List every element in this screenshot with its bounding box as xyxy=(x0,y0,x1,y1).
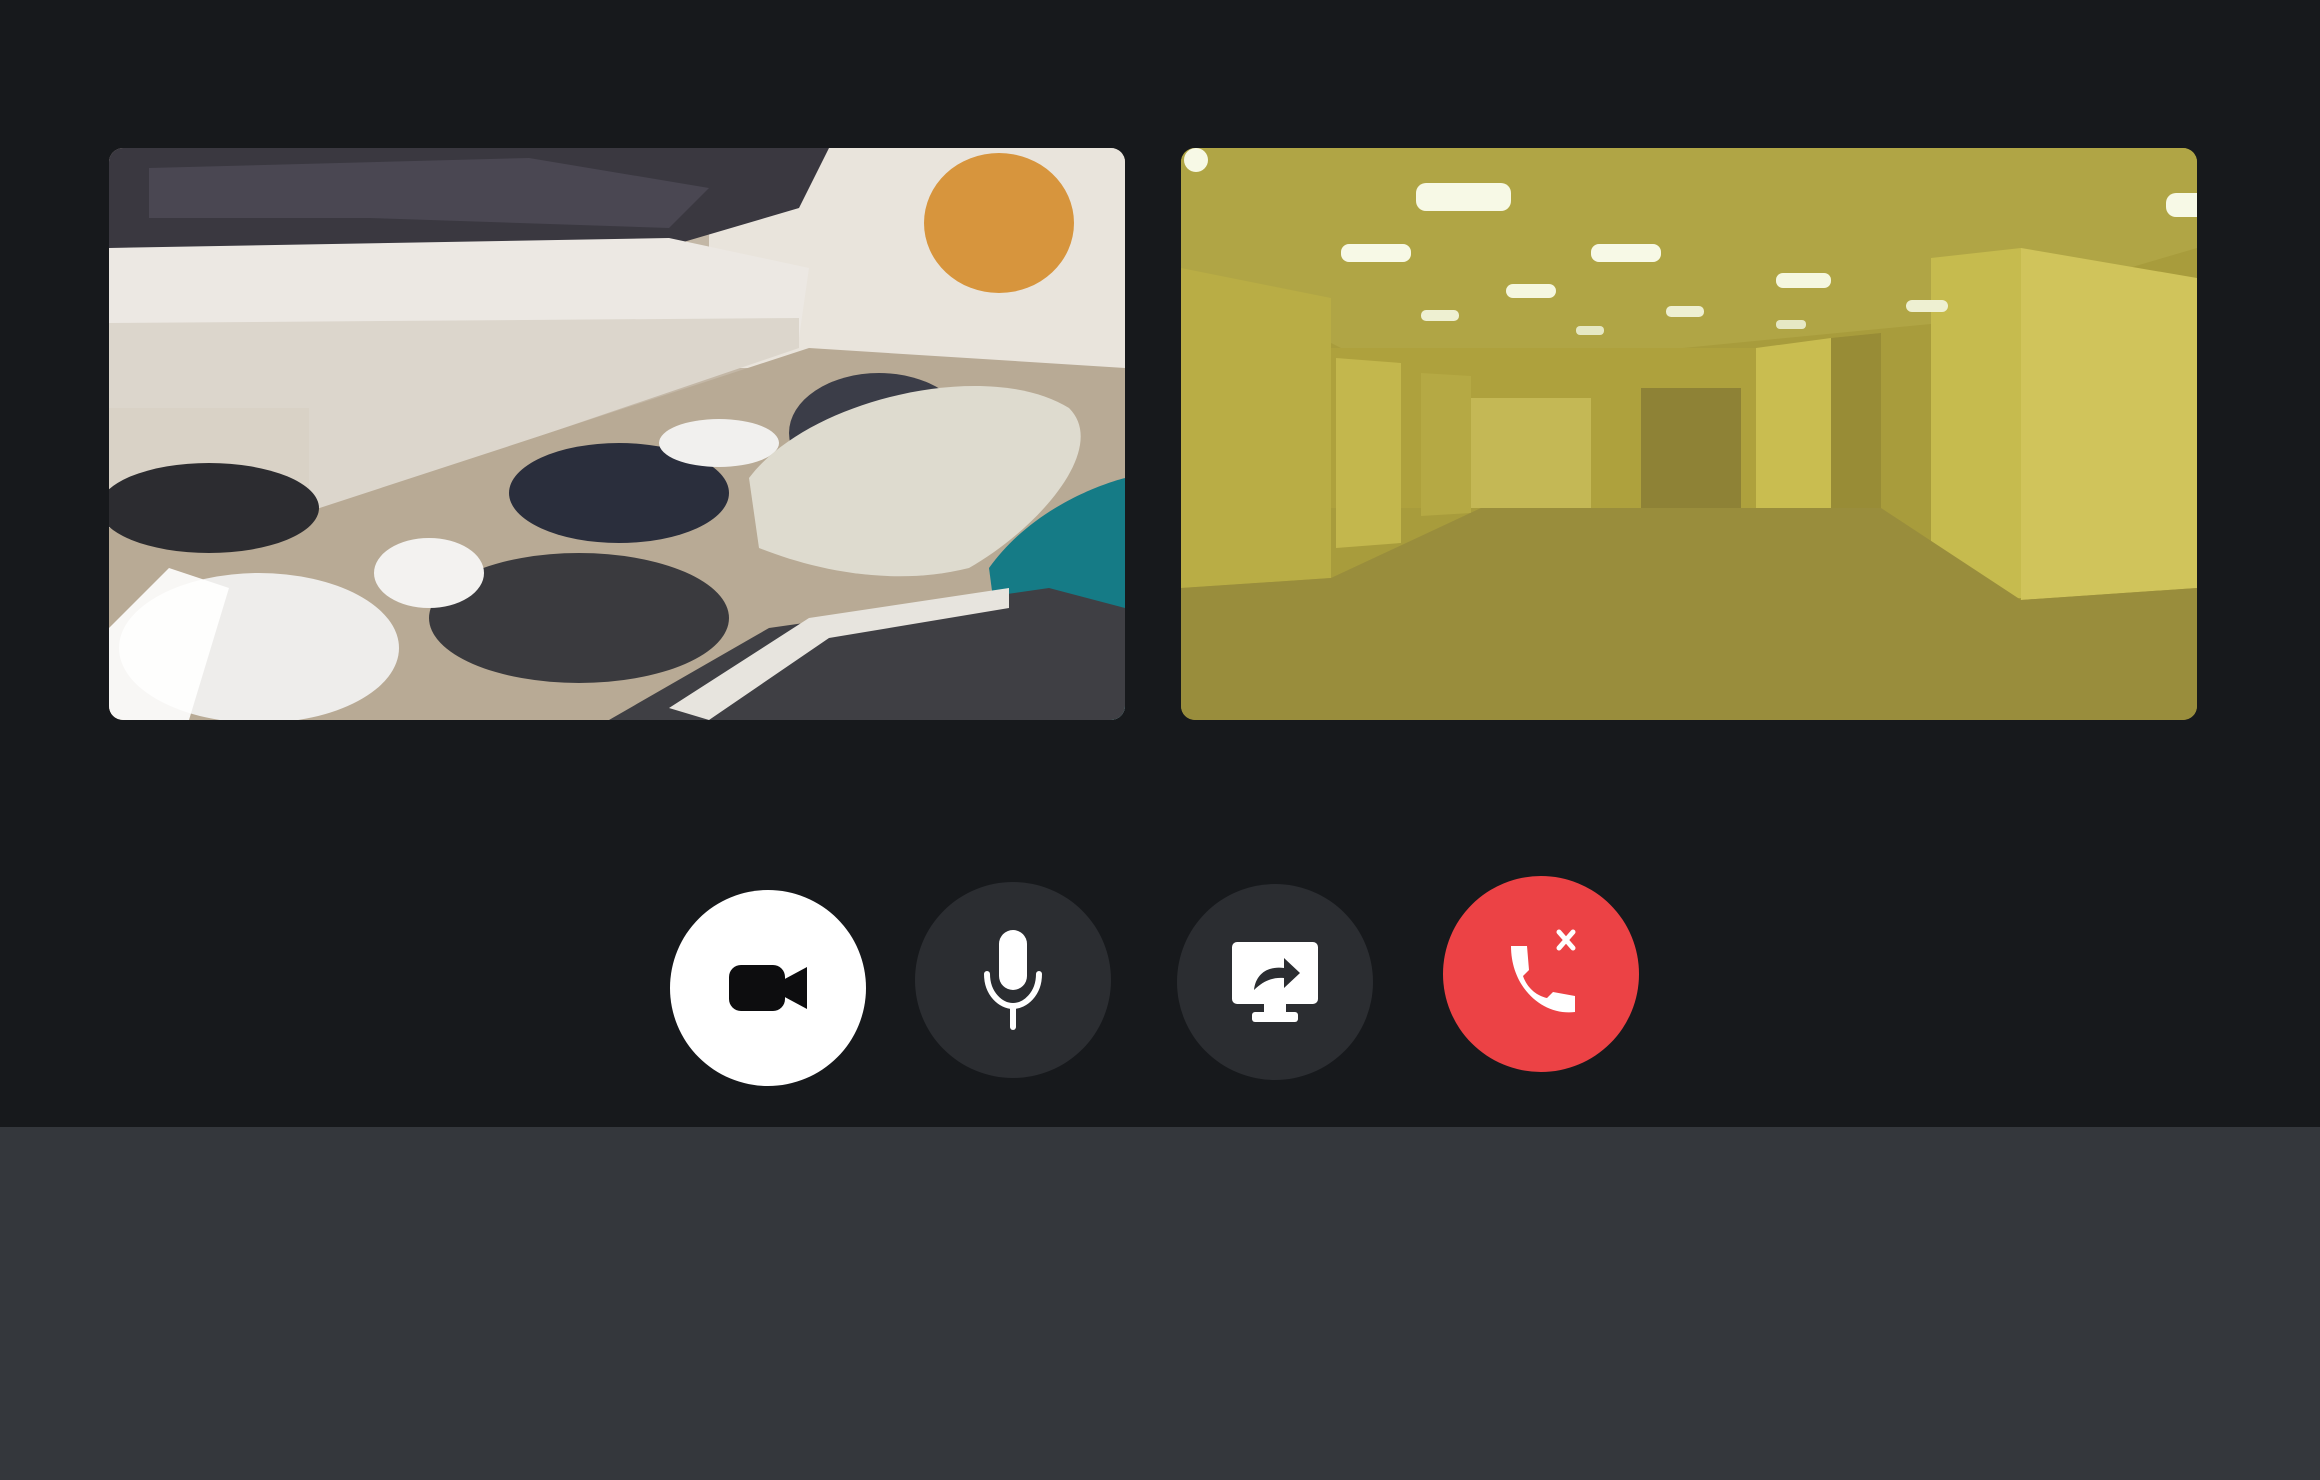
microphone-toggle-button[interactable] xyxy=(915,882,1111,1078)
microphone-icon xyxy=(983,930,1043,1030)
participant-video-tile[interactable] xyxy=(109,148,1125,720)
bedroom-video-feed xyxy=(109,148,1125,720)
disconnect-button[interactable] xyxy=(1443,876,1639,1072)
screen-share-icon xyxy=(1232,942,1318,1022)
hallway-video-feed xyxy=(1181,148,2197,720)
bottom-panel xyxy=(0,1127,2320,1480)
screen-share-button[interactable] xyxy=(1177,884,1373,1080)
camera-toggle-button[interactable] xyxy=(670,890,866,1086)
video-camera-icon xyxy=(729,963,807,1013)
participant-video-tile[interactable] xyxy=(1181,148,2197,720)
hang-up-phone-icon xyxy=(1493,926,1589,1022)
call-stage xyxy=(0,0,2320,1127)
